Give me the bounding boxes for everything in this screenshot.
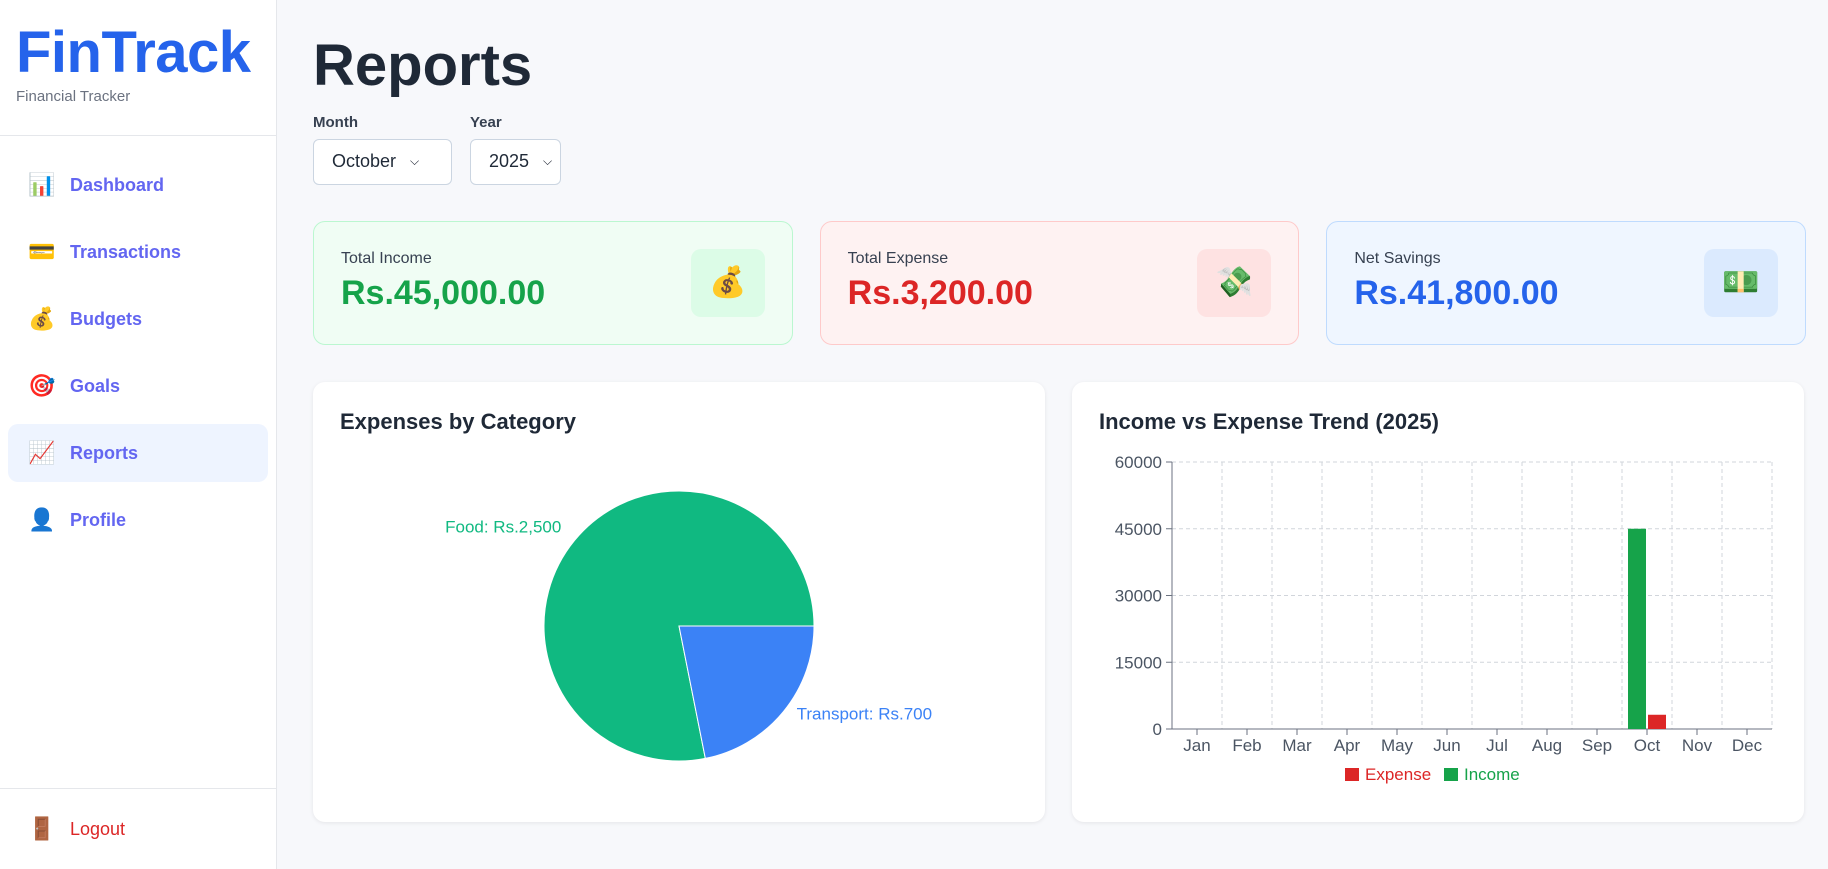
chevron-down-icon: ⌵	[543, 154, 553, 169]
y-tick-label: 60000	[1115, 453, 1162, 472]
summary-cards: Total Income Rs.45,000.00 💰 Total Expens…	[313, 220, 1807, 345]
sidebar-item-profile[interactable]: 👤 Profile	[8, 491, 268, 549]
month-label: Month	[313, 113, 358, 131]
x-tick-label: Feb	[1232, 736, 1261, 755]
sidebar-nav: 📊 Dashboard 💳 Transactions 💰 Budgets 🎯 G…	[0, 136, 276, 549]
sidebar-item-label: Goals	[70, 375, 121, 396]
x-tick-label: Mar	[1282, 736, 1312, 755]
panel-title: Income vs Expense Trend (2025)	[1099, 408, 1439, 434]
total-income-card: Total Income Rs.45,000.00 💰	[313, 220, 793, 345]
total-expense-card: Total Expense Rs.3,200.00 💸	[819, 220, 1300, 345]
expenses-pie-chart: Food: Rs.2,500 Transport: Rs.700	[445, 490, 932, 762]
income-expense-trend-panel: Income vs Expense Trend (2025) 0 15000 300…	[1072, 381, 1804, 822]
app-logo-title: FinTrack	[16, 20, 251, 85]
year-select-value: 2025	[489, 151, 530, 172]
x-tick-label: Dec	[1732, 736, 1763, 755]
main-content: Reports Month October ⌵ Year 2025 ⌵ Tota…	[313, 0, 1807, 822]
expenses-by-category-panel: Expenses by Category Food: Rs.2,500 Trans…	[313, 381, 1045, 822]
x-tick-label: May	[1381, 736, 1414, 755]
pie-label-food: Food: Rs.2,500	[445, 518, 561, 537]
legend-swatch-expense	[1345, 767, 1359, 781]
year-filter: Year 2025 ⌵	[470, 114, 561, 185]
year-select[interactable]: 2025 ⌵	[470, 138, 561, 185]
legend-swatch-income	[1444, 767, 1458, 781]
x-tick-label: Jan	[1183, 736, 1210, 755]
x-tick-label: Sep	[1582, 736, 1612, 755]
sidebar-item-goals[interactable]: 🎯 Goals	[8, 357, 268, 415]
chart-panels: Expenses by Category Food: Rs.2,500 Trans…	[313, 381, 1806, 822]
brand: FinTrack Financial Tracker	[0, 0, 276, 136]
page-title: Reports	[313, 33, 533, 98]
y-tick-label: 15000	[1115, 653, 1162, 672]
year-label: Year	[470, 113, 502, 131]
panel-title: Expenses by Category	[340, 408, 576, 434]
logout-label: Logout	[70, 818, 126, 839]
x-tick-label: Jun	[1433, 736, 1460, 755]
month-filter: Month October ⌵	[313, 114, 452, 185]
legend-label-income: Income	[1464, 765, 1520, 784]
bar-income-oct[interactable]	[1628, 528, 1646, 729]
y-tick-label: 0	[1153, 720, 1162, 739]
month-select[interactable]: October ⌵	[313, 138, 452, 185]
sidebar-item-label: Dashboard	[70, 174, 165, 195]
x-tick-label: Nov	[1682, 736, 1713, 755]
bar-expense-oct[interactable]	[1648, 714, 1666, 729]
sidebar-item-label: Profile	[70, 509, 127, 530]
money-bag-icon: 💰	[28, 306, 56, 331]
target-icon: 🎯	[28, 373, 56, 398]
income-expense-bar-chart: 0 15000 30000 45000 60000 Jan Feb Mar Apr May Jun J…	[1115, 453, 1773, 784]
bar-chart-icon: 📊	[28, 172, 56, 197]
y-tick-label: 45000	[1115, 520, 1162, 539]
door-icon: 🚪	[28, 816, 56, 841]
sidebar: FinTrack Financial Tracker 📊 Dashboard 💳…	[0, 0, 277, 869]
user-icon: 👤	[28, 507, 56, 532]
sidebar-item-budgets[interactable]: 💰 Budgets	[8, 290, 268, 348]
trend-chart-icon: 📈	[28, 440, 56, 465]
x-tick-label: Oct	[1634, 736, 1661, 755]
net-savings-card: Net Savings Rs.41,800.00 💵	[1326, 220, 1807, 345]
legend-label-expense: Expense	[1365, 765, 1431, 784]
sidebar-item-dashboard[interactable]: 📊 Dashboard	[8, 156, 268, 214]
sidebar-item-transactions[interactable]: 💳 Transactions	[8, 223, 268, 281]
report-filters: Month October ⌵ Year 2025 ⌵	[313, 114, 1806, 185]
app-tagline: Financial Tracker	[16, 88, 131, 105]
sidebar-item-label: Transactions	[70, 241, 182, 262]
logout-button[interactable]: 🚪 Logout	[0, 788, 276, 869]
y-tick-label: 30000	[1115, 586, 1162, 605]
sidebar-item-label: Reports	[70, 442, 139, 463]
sidebar-item-label: Budgets	[70, 308, 142, 329]
sidebar-item-reports[interactable]: 📈 Reports	[8, 424, 268, 482]
credit-card-icon: 💳	[28, 239, 56, 264]
money-bag-icon: 💰	[690, 248, 765, 317]
pie-label-transport: Transport: Rs.700	[797, 704, 932, 723]
x-tick-label: Apr	[1334, 736, 1361, 755]
x-tick-label: Jul	[1486, 736, 1508, 755]
month-select-value: October	[332, 151, 397, 172]
money-wings-icon: 💸	[1197, 248, 1272, 317]
chevron-down-icon: ⌵	[410, 154, 420, 169]
dollar-bill-icon: 💵	[1704, 248, 1779, 317]
x-tick-label: Aug	[1532, 736, 1562, 755]
